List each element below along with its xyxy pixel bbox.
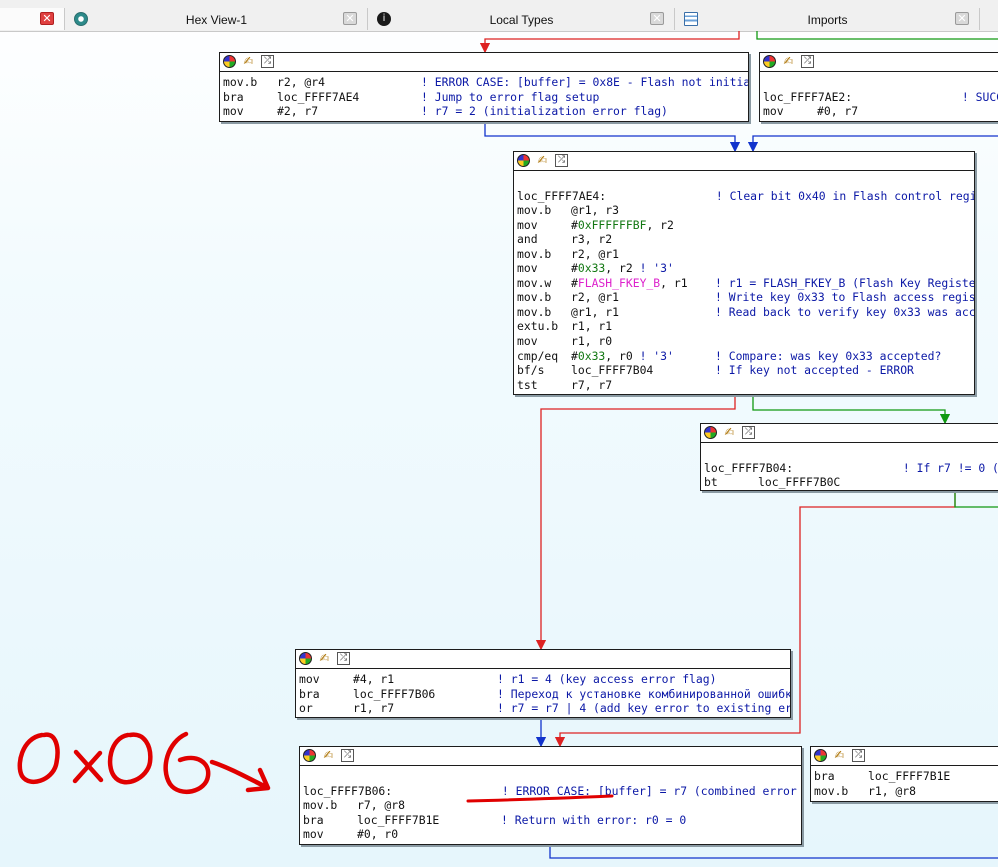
- annotation-arrow: [209, 759, 271, 793]
- annotation-six: [163, 731, 211, 795]
- handwritten-annotation: 0x06: [17, 731, 614, 803]
- graph-view-canvas[interactable]: ✕ Hex View-1 ✕ i Local Types ✕ Imports ✕: [0, 0, 998, 867]
- annotation-underline: [466, 794, 614, 803]
